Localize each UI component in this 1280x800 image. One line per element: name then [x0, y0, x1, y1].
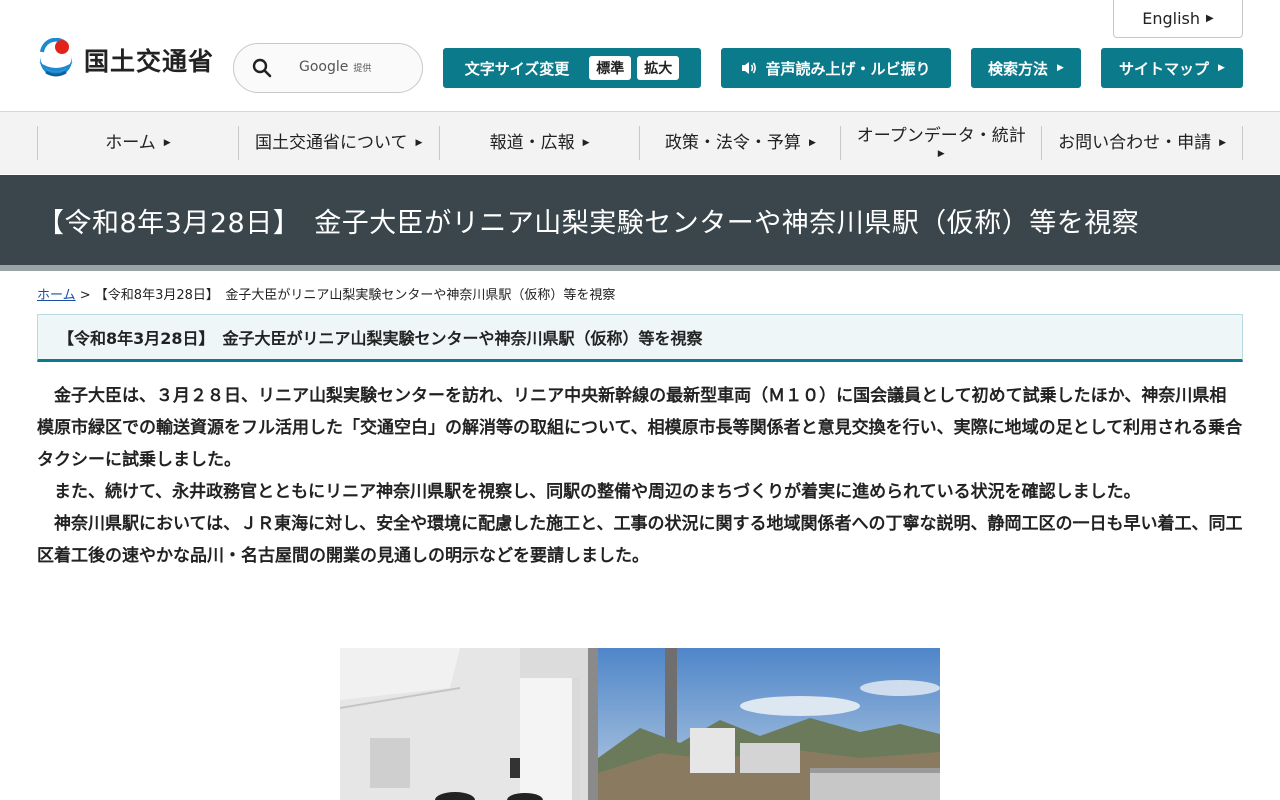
- site-search-box[interactable]: Google 提供: [233, 43, 423, 93]
- google-provided-label: 提供: [353, 64, 372, 74]
- google-label: Google: [299, 59, 349, 75]
- nav-item-label: 報道・広報: [489, 132, 575, 153]
- voice-ruby-label: 音声読み上げ・ルビ振り: [765, 59, 931, 78]
- article-paragraph: 神奈川県駅においては、ＪＲ東海に対し、安全や環境に配慮した施工と、工事の状況に関…: [37, 514, 1243, 566]
- triangle-right-icon: ▶: [1219, 137, 1227, 148]
- triangle-right-icon: ▶: [163, 137, 171, 148]
- article-photo: [340, 648, 940, 800]
- global-nav-list: ホーム ▶ 国土交通省について ▶ 報道・広報 ▶ 政策・法令・予算 ▶ オープ…: [37, 126, 1243, 160]
- global-nav: ホーム ▶ 国土交通省について ▶ 報道・広報 ▶ 政策・法令・予算 ▶ オープ…: [0, 112, 1280, 174]
- nav-item-label: オープンデータ・統計: [856, 126, 1026, 147]
- triangle-right-icon: ▶: [1206, 13, 1214, 24]
- font-size-control: 文字サイズ変更 標準 拡大: [443, 48, 701, 88]
- breadcrumb: ホーム > 【令和8年3月28日】 金子大臣がリニア山梨実験センターや神奈川県駅…: [37, 284, 615, 303]
- section-heading-box: 【令和8年3月28日】 金子大臣がリニア山梨実験センターや神奈川県駅（仮称）等を…: [37, 314, 1243, 362]
- page-title-band: 【令和8年3月28日】 金子大臣がリニア山梨実験センターや神奈川県駅（仮称）等を…: [0, 175, 1280, 265]
- font-size-standard-button[interactable]: 標準: [589, 56, 632, 80]
- english-button[interactable]: English ▶: [1113, 0, 1243, 38]
- triangle-right-icon: ▶: [808, 137, 816, 148]
- nav-item-home[interactable]: ホーム ▶: [37, 126, 238, 160]
- nav-item-contact[interactable]: お問い合わせ・申請 ▶: [1041, 126, 1243, 160]
- breadcrumb-separator: >: [75, 288, 95, 303]
- font-size-large-button[interactable]: 拡大: [637, 56, 680, 80]
- sitemap-label: サイトマップ: [1119, 59, 1210, 78]
- nav-item-opendata[interactable]: オープンデータ・統計 ▶: [840, 126, 1041, 160]
- site-logo[interactable]: 国土交通省: [36, 37, 214, 83]
- mlit-logo-icon: [36, 37, 76, 82]
- breadcrumb-current: 【令和8年3月28日】 金子大臣がリニア山梨実験センターや神奈川県駅（仮称）等を…: [94, 288, 616, 303]
- section-heading: 【令和8年3月28日】 金子大臣がリニア山梨実験センターや神奈川県駅（仮称）等を…: [58, 329, 703, 348]
- logo-text: 国土交通省: [84, 47, 215, 76]
- nav-item-label: 政策・法令・予算: [664, 132, 801, 153]
- nav-item-label: ホーム: [105, 132, 156, 153]
- search-method-button[interactable]: 検索方法 ▶: [971, 48, 1081, 88]
- triangle-right-icon: ▶: [1218, 63, 1225, 73]
- nav-item-press[interactable]: 報道・広報 ▶: [438, 126, 640, 160]
- nav-item-label: お問い合わせ・申請: [1058, 132, 1212, 153]
- sitemap-button[interactable]: サイトマップ ▶: [1101, 48, 1243, 88]
- breadcrumb-home-link[interactable]: ホーム: [37, 288, 76, 303]
- search-method-label: 検索方法: [988, 59, 1049, 78]
- article-body: 金子大臣は、３月２８日、リニア山梨実験センターを訪れ、リニア中央新幹線の最新型車…: [37, 380, 1243, 572]
- font-size-label: 文字サイズ変更: [464, 59, 570, 78]
- voice-ruby-button[interactable]: 音声読み上げ・ルビ振り: [721, 48, 951, 88]
- title-divider: [0, 265, 1280, 271]
- google-branding: Google 提供: [299, 59, 371, 75]
- site-header: English ▶ 国土交通省 Google 提供 文字サイズ変更 標準 拡大 …: [0, 0, 1280, 112]
- page-title: 【令和8年3月28日】 金子大臣がリニア山梨実験センターや神奈川県駅（仮称）等を…: [37, 207, 1140, 239]
- nav-item-policy[interactable]: 政策・法令・予算 ▶: [639, 126, 840, 160]
- nav-item-about[interactable]: 国土交通省について ▶: [237, 126, 439, 160]
- english-label: English: [1142, 9, 1201, 28]
- triangle-right-icon: ▶: [937, 148, 945, 159]
- triangle-right-icon: ▶: [415, 137, 423, 148]
- search-icon: [252, 58, 272, 82]
- speaker-icon: [741, 61, 757, 75]
- nav-item-label: 国土交通省について: [255, 132, 408, 153]
- article-paragraph: 金子大臣は、３月２８日、リニア山梨実験センターを訪れ、リニア中央新幹線の最新型車…: [37, 386, 1243, 470]
- triangle-right-icon: ▶: [582, 137, 590, 148]
- article-paragraph: また、続けて、永井政務官とともにリニア神奈川県駅を視察し、同駅の整備や周辺のまち…: [54, 482, 1141, 502]
- triangle-right-icon: ▶: [1057, 63, 1064, 73]
